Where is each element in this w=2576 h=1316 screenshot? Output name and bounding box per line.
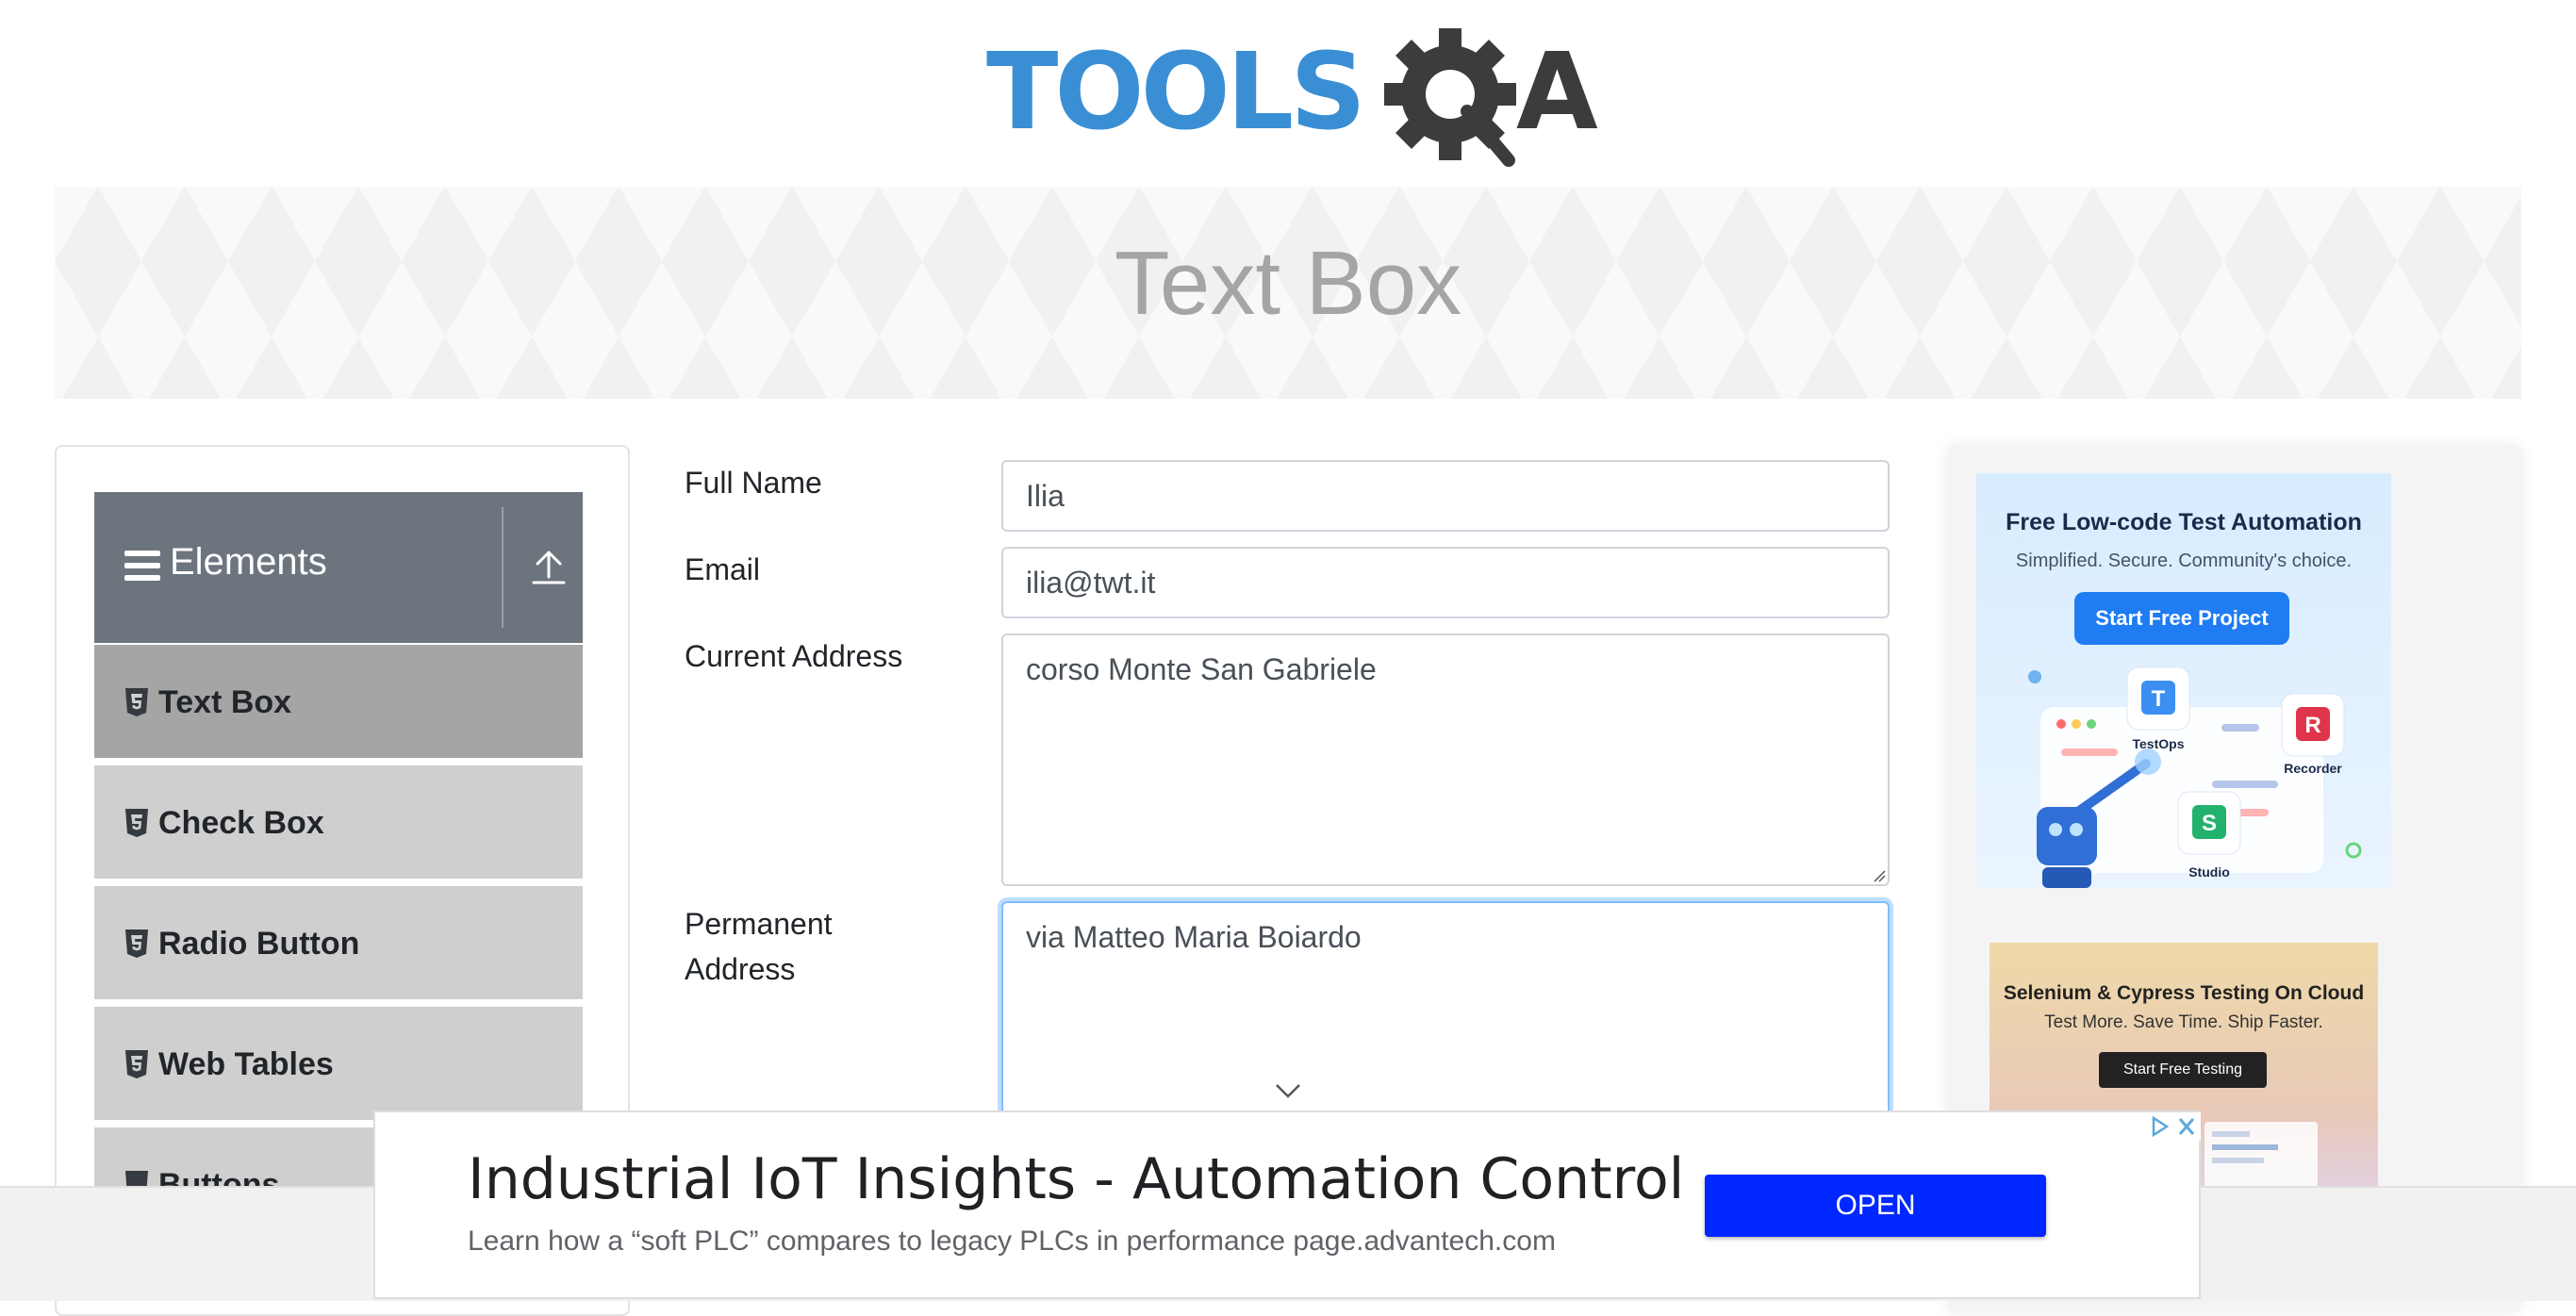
ad-open-button[interactable]: OPEN — [1705, 1175, 2046, 1237]
chevron-down-icon[interactable] — [1275, 1082, 1301, 1099]
sidebar-group-title: Elements — [170, 541, 327, 583]
permanent-address-label-line2: Address — [685, 952, 796, 986]
sidebar-item-label: Check Box — [158, 805, 324, 841]
toolsqa-logo-graphic: TOOLS A — [986, 28, 1598, 167]
side-ad-katalon[interactable]: Free Low-code Test Automation Simplified… — [1976, 473, 2391, 888]
gear-icon — [1384, 28, 1516, 167]
email-label: Email — [685, 552, 761, 586]
page-title: Text Box — [1114, 233, 1462, 334]
sidebar-group-elements[interactable]: Elements — [94, 492, 583, 643]
current-address-label: Current Address — [685, 639, 903, 673]
permanent-address-label: Permanent Address — [685, 901, 833, 992]
sidebar-item-label: Web Tables — [158, 1046, 334, 1082]
ad-illustration: T TestOps R Recorder S Studio — [2028, 666, 2362, 888]
testops-label: TestOps — [2133, 736, 2185, 751]
ad-title: Free Low-code Test Automation — [2006, 509, 2362, 535]
permanent-address-label-line1: Permanent — [685, 907, 833, 941]
page-banner: Text Box — [55, 187, 2521, 399]
collapse-up-icon[interactable] — [530, 547, 568, 586]
bottom-sticky-ad[interactable]: Industrial IoT Insights - Automation Con… — [373, 1110, 2201, 1299]
ad-subtitle: Test More. Save Time. Ship Faster. — [2044, 1012, 2323, 1032]
full-name-label: Full Name — [685, 466, 822, 500]
sidebar-item-label: Radio Button — [158, 926, 360, 962]
testops-icon: T TestOps — [2126, 666, 2190, 751]
sidebar-item-label: Text Box — [158, 684, 292, 720]
current-address-textarea[interactable]: corso Monte San Gabriele — [1001, 633, 1890, 886]
svg-text:S: S — [2202, 811, 2217, 836]
sidebar-item-radio-button[interactable]: Radio Button — [94, 884, 583, 1001]
header-divider — [502, 507, 504, 628]
close-icon — [2178, 1118, 2195, 1135]
recorder-label: Recorder — [2284, 761, 2342, 776]
sidebar-item-web-tables[interactable]: Web Tables — [94, 1005, 583, 1122]
html5-icon — [125, 929, 148, 958]
start-free-project-button[interactable]: Start Free Project — [2074, 592, 2289, 645]
html5-icon — [125, 688, 148, 716]
start-free-testing-button[interactable]: Start Free Testing — [2099, 1052, 2267, 1088]
adchoices-icon[interactable] — [2146, 1112, 2201, 1141]
ad-subtitle: Simplified. Secure. Community's choice. — [2015, 551, 2353, 571]
ad-title: Selenium & Cypress Testing On Cloud — [2003, 982, 2365, 1004]
hamburger-icon — [124, 551, 160, 581]
full-name-input[interactable] — [1001, 460, 1890, 532]
sidebar-item-text-box[interactable]: Text Box — [94, 643, 583, 760]
recorder-icon: R Recorder — [2281, 693, 2345, 776]
svg-text:A: A — [1516, 31, 1598, 154]
resize-handle-icon[interactable] — [1871, 867, 1886, 882]
svg-text:T: T — [2152, 686, 2166, 712]
email-input[interactable] — [1001, 547, 1890, 618]
ad-description[interactable]: Learn how a “soft PLC” compares to legac… — [468, 1226, 1556, 1258]
sidebar-item-check-box[interactable]: Check Box — [94, 764, 583, 880]
ad-headline[interactable]: Industrial IoT Insights - Automation Con… — [468, 1146, 1684, 1212]
html5-icon — [125, 1050, 148, 1078]
toolsqa-logo[interactable]: TOOLS A — [981, 26, 1603, 177]
ad-screenshot-graphic — [2204, 1122, 2318, 1188]
html5-icon — [125, 809, 148, 837]
studio-label: Studio — [2188, 864, 2230, 880]
svg-text:R: R — [2304, 713, 2320, 738]
svg-text:TOOLS: TOOLS — [986, 31, 1362, 154]
